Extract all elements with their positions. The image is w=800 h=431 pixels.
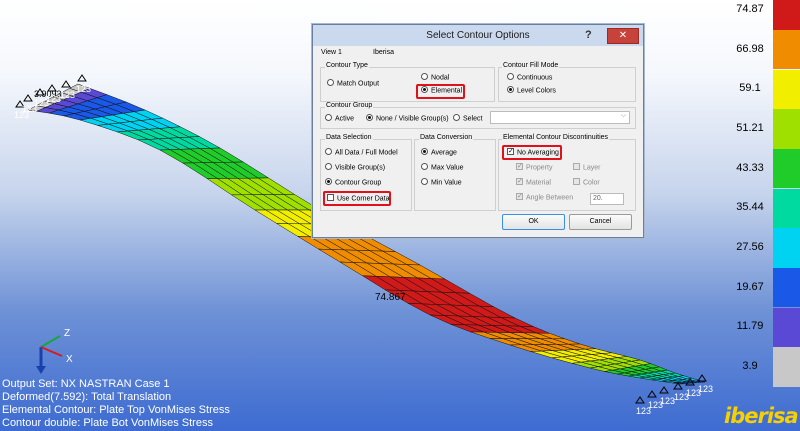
constraint-icon [23,94,33,102]
data-conversion-title: Data Conversion [419,134,474,141]
axis-z-label: Z [64,328,70,339]
none-visible-radio[interactable]: None / Visible Group(s) [366,114,449,122]
legend-value: 3.9 [742,360,758,372]
view-name: Iberisa [373,49,395,56]
view-label: View 1 [321,49,342,56]
legend-color-swatch [773,109,800,149]
radio-icon [421,163,428,170]
node-id-label: 123 [60,90,75,100]
radio-icon [325,114,332,121]
legend-color-swatch [773,29,800,70]
legend-color-swatch [773,347,800,387]
radio-icon [325,148,332,155]
legend-color-swatch [773,267,800,308]
node-id-label: 123 [76,84,91,94]
max-value-radio[interactable]: Max Value [421,163,464,171]
fill-mode-group [498,67,636,102]
checkbox-icon [573,163,580,170]
highlight-elemental [416,84,465,99]
ok-button[interactable]: OK [502,214,565,230]
nodal-radio[interactable]: Nodal [421,73,449,81]
active-radio[interactable]: Active [325,114,354,122]
radio-icon [507,73,514,80]
legend-value: 35.44 [736,201,764,214]
radio-icon [325,163,332,170]
property-checkbox[interactable]: ✓ Property [516,163,552,171]
help-button[interactable]: ? [585,29,592,41]
angle-input[interactable]: 20. [590,193,624,205]
radio-icon [453,114,460,121]
chevron-down-icon: ⌵ [620,112,626,119]
checkbox-checked-icon: ✓ [516,163,523,170]
legend-color-swatch [773,188,800,229]
checkbox-icon [573,178,580,185]
legend-color-swatch [773,228,800,268]
angle-between-checkbox[interactable]: ✓ Angle Between [516,193,573,201]
all-data-radio[interactable]: All Data / Full Model [325,148,398,156]
legend-value: 51.21 [736,122,764,134]
legend-color-swatch [773,307,800,348]
node-id-label: 123 [698,384,713,394]
min-value-radio[interactable]: Min Value [421,178,462,186]
legend-value: 11.79 [736,320,764,333]
constraint-icon [659,386,669,394]
legend-value: 43.33 [736,161,764,174]
discontinuities-title: Elemental Contour Discontinuities [502,134,610,141]
status-elemental-contour: Elemental Contour: Plate Top VonMises St… [2,404,230,416]
continuous-radio[interactable]: Continuous [507,73,552,81]
legend-value: 59.1 [739,82,761,95]
fill-mode-title: Contour Fill Mode [502,62,560,69]
group-select-combo[interactable]: ⌵ [490,111,630,124]
radio-selected-icon [366,114,373,121]
legend-value: 66.98 [736,42,764,55]
legend-color-swatch [773,69,800,110]
contour-group-title: Contour Group [325,102,374,109]
status-deformed: Deformed(7.592): Total Translation [2,391,172,403]
highlight-use-corner-data [323,191,391,206]
radio-icon [327,79,334,86]
select-radio[interactable]: Select [453,114,482,122]
radio-selected-icon [325,178,332,185]
legend-value: 19.67 [736,280,764,293]
constraint-icon [635,396,645,404]
cancel-button[interactable]: Cancel [569,214,632,230]
axis-x-label: X [66,354,73,365]
legend-value: 27.56 [736,241,764,253]
legend-color-swatch [773,148,800,189]
data-selection-title: Data Selection [325,134,373,141]
average-radio[interactable]: Average [421,148,457,156]
constraint-icon [647,390,657,398]
layer-checkbox[interactable]: Layer [573,163,601,171]
constraint-icon [77,74,87,82]
checkbox-checked-icon: ✓ [516,178,523,185]
radio-selected-icon [507,86,514,93]
color-checkbox[interactable]: Color [573,178,600,186]
axis-triad: Z X [36,328,73,374]
max-value-label: 74.867 [375,292,406,303]
constraint-icon [61,80,71,88]
legend-value: 74.87 [736,3,764,15]
visible-groups-radio[interactable]: Visible Group(s) [325,163,385,171]
node-id-label: 123 [46,94,61,104]
checkbox-checked-icon: ✓ [516,193,523,200]
match-output-radio[interactable]: Match Output [327,79,379,87]
contour-type-title: Contour Type [325,62,369,69]
select-contour-options-dialog: Select Contour Options ? ✕ View 1 Iberis… [312,24,644,238]
level-colors-radio[interactable]: Level Colors [507,86,556,94]
iberisa-logo: iberisa [724,404,799,428]
constraint-icon [697,374,707,382]
node-id-label: 123 [660,396,675,406]
radio-icon [421,73,428,80]
radio-icon [421,178,428,185]
close-button[interactable]: ✕ [607,28,639,44]
status-contour-double: Contour double: Plate Bot VonMises Stres… [2,417,213,429]
contour-group-radio[interactable]: Contour Group [325,178,381,186]
dialog-title: Select Contour Options [426,30,530,41]
material-checkbox[interactable]: ✓ Material [516,178,551,186]
radio-selected-icon [421,148,428,155]
legend-color-swatch [773,0,800,30]
status-output-set: Output Set: NX NASTRAN Case 1 [2,378,170,390]
highlight-no-averaging [502,145,562,160]
